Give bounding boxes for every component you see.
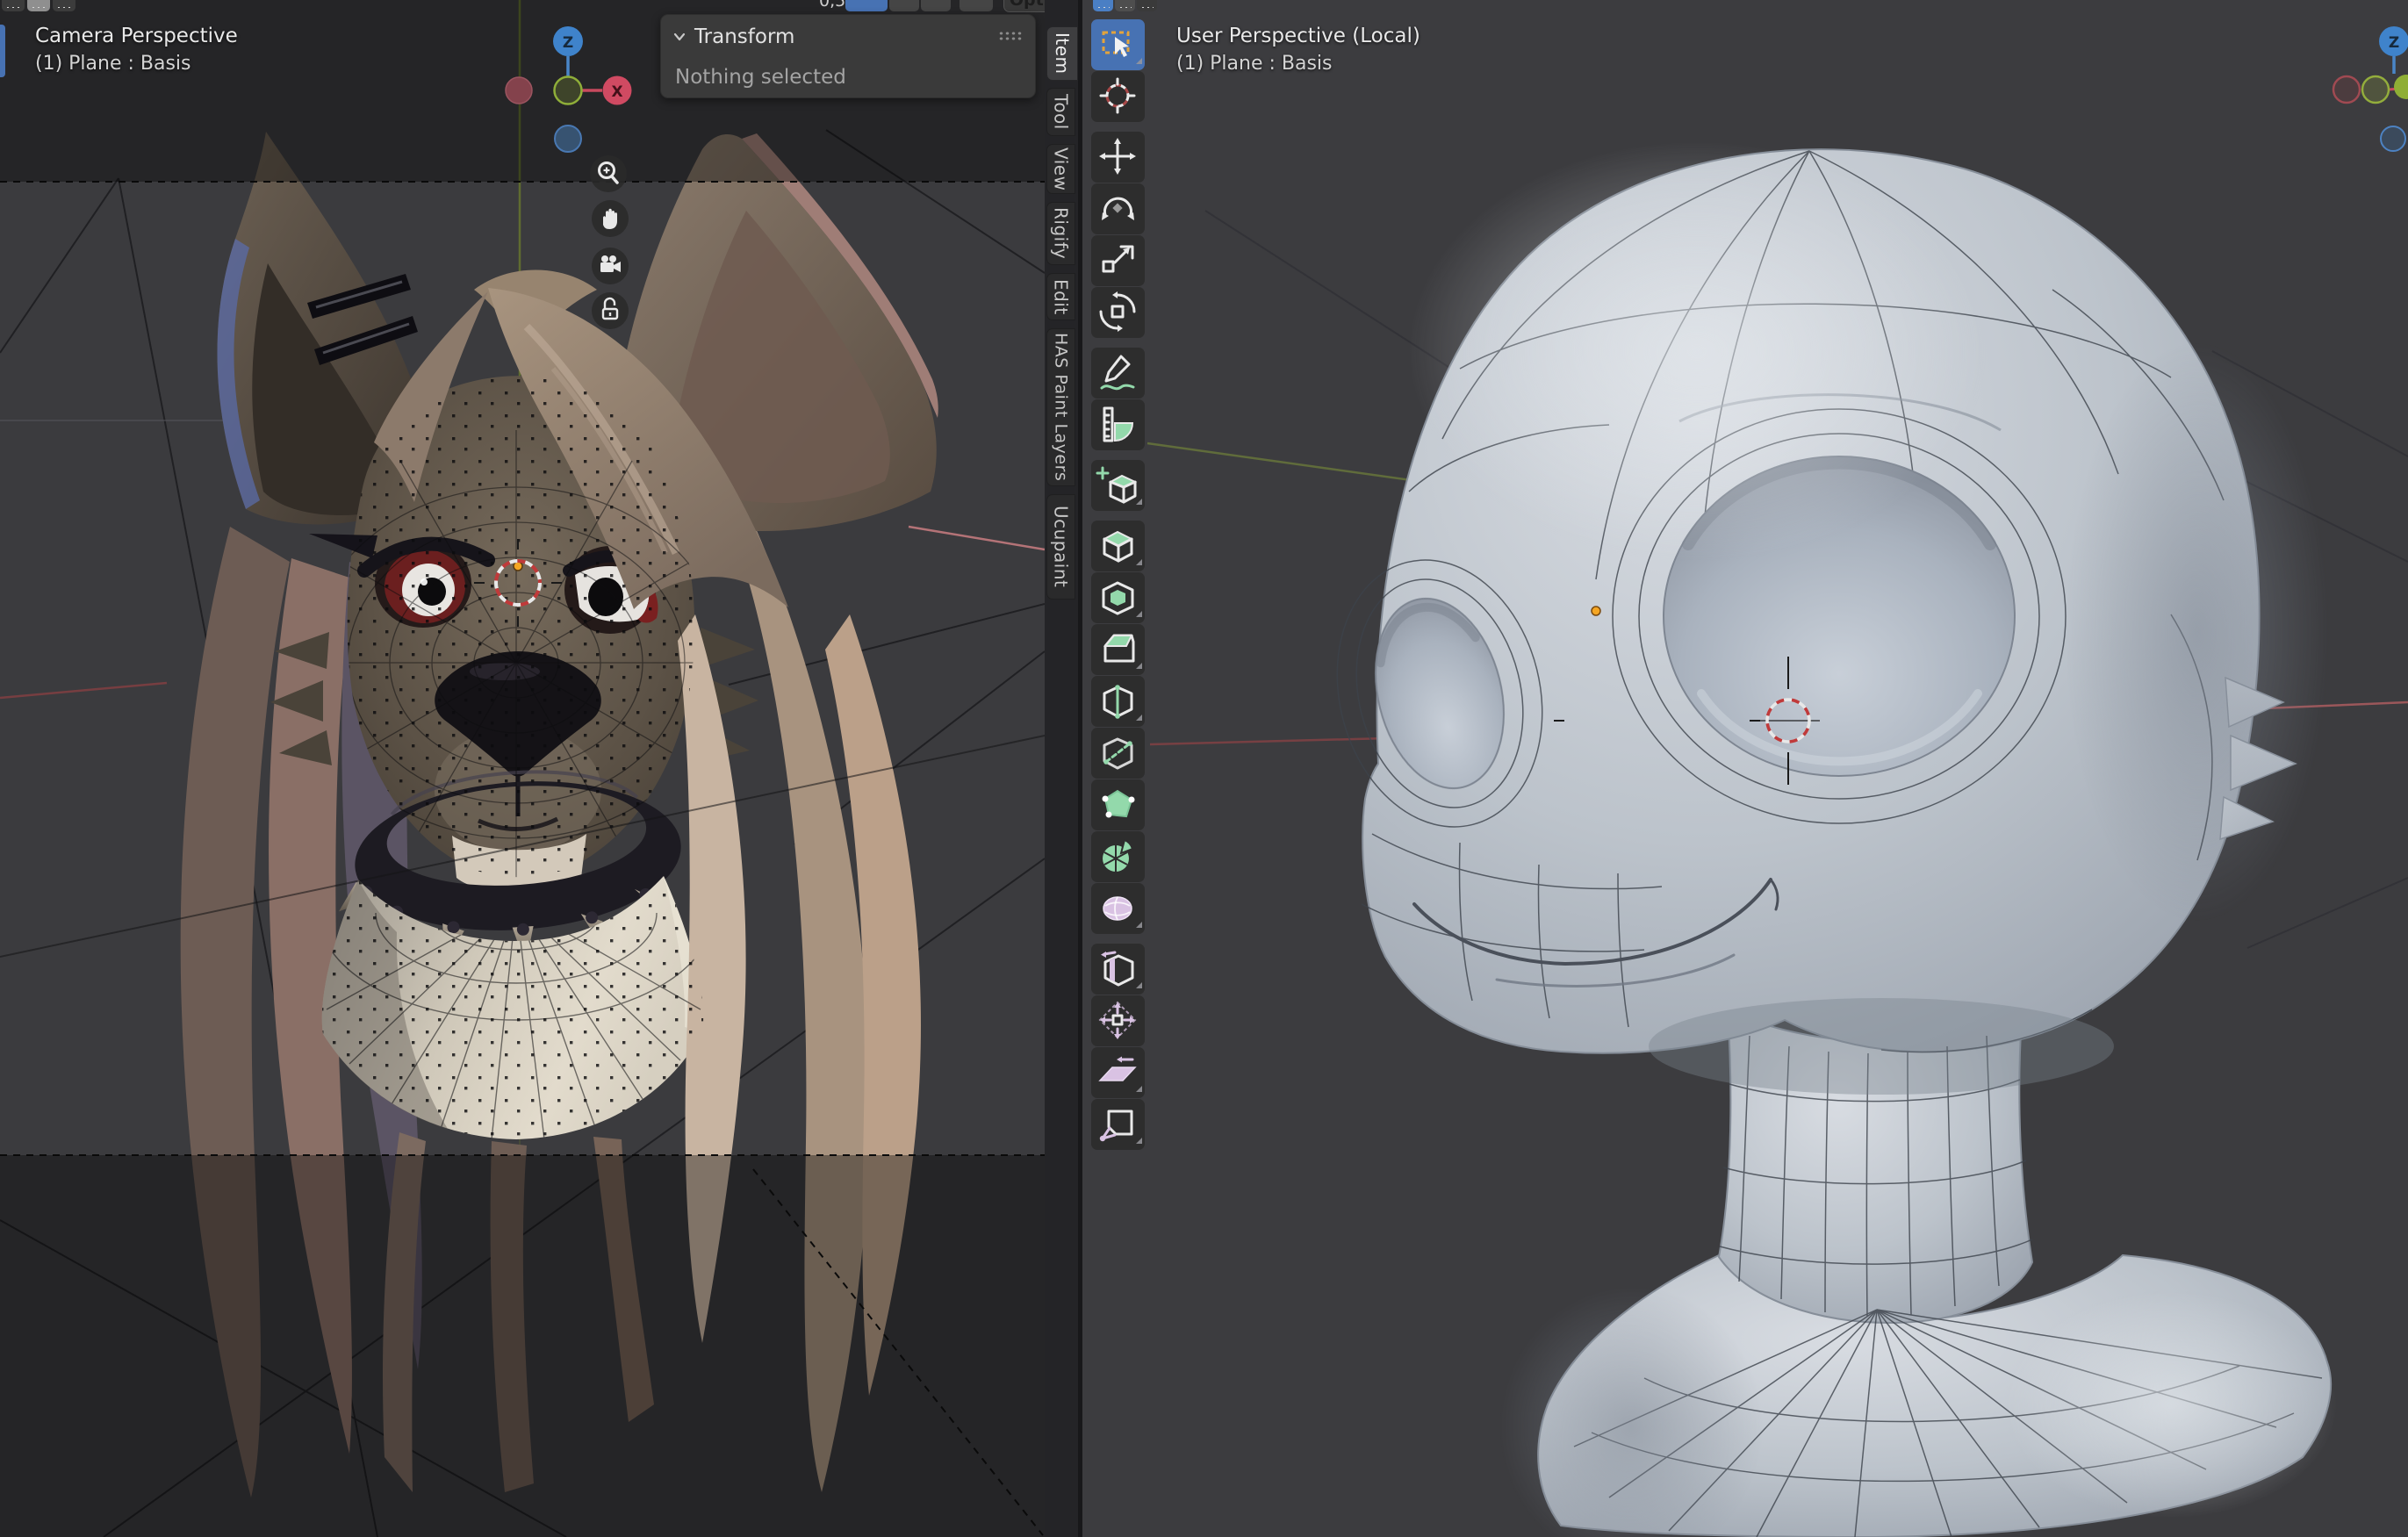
sidebar-tab-view[interactable]: View bbox=[1046, 144, 1075, 194]
left-3d-viewport[interactable]: Z X bbox=[0, 0, 1045, 1537]
transform-icon bbox=[1091, 287, 1145, 338]
move-icon bbox=[1091, 132, 1145, 183]
extrude-region-icon bbox=[1091, 521, 1145, 571]
blender-window: Z X bbox=[0, 0, 2408, 1537]
smooth-icon bbox=[1091, 883, 1145, 934]
pivot-point-button[interactable] bbox=[960, 0, 993, 11]
tool-scale-button[interactable] bbox=[1091, 235, 1145, 286]
gizmo-y-axis bbox=[555, 77, 582, 104]
gizmo-x-neg bbox=[506, 77, 532, 104]
sidebar-tab-edit[interactable]: Edit bbox=[1046, 273, 1075, 320]
tool-extrude-region-button[interactable] bbox=[1091, 521, 1145, 571]
face-select-button[interactable] bbox=[1137, 0, 1157, 11]
transform-panel-title[interactable]: Transform bbox=[694, 25, 794, 48]
select-mode-fragment bbox=[1082, 0, 1188, 12]
knife-icon bbox=[1091, 728, 1145, 779]
bevel-icon bbox=[1091, 624, 1145, 675]
sidebar-tab-tool[interactable]: Tool bbox=[1046, 88, 1075, 136]
tool-loop-cut-button[interactable] bbox=[1091, 676, 1145, 727]
tool-rotate-button[interactable] bbox=[1091, 183, 1145, 234]
spin-icon bbox=[1091, 831, 1145, 882]
tool-poly-build-button[interactable] bbox=[1091, 779, 1145, 830]
panel-grip-handle[interactable] bbox=[998, 31, 1023, 41]
transform-panel: Transform Nothing selected bbox=[660, 14, 1036, 98]
camera-view-button[interactable] bbox=[592, 248, 629, 284]
object-origin-dot bbox=[1592, 607, 1600, 615]
tool-measure-button[interactable] bbox=[1091, 399, 1145, 450]
gizmo-z-label: Z bbox=[2389, 34, 2399, 52]
shear-icon bbox=[1091, 1047, 1145, 1098]
face-select-button[interactable] bbox=[53, 0, 75, 11]
rotate-icon bbox=[1091, 183, 1145, 234]
tool-edge-slide-button[interactable] bbox=[1091, 944, 1145, 995]
sidebar-tab-ucupaint[interactable]: Ucupaint bbox=[1046, 494, 1075, 600]
right-3d-canvas[interactable]: Z bbox=[1082, 0, 2408, 1537]
shrink-fatten-icon bbox=[1091, 995, 1145, 1046]
view-name-label: Camera Perspective bbox=[35, 25, 238, 47]
gizmo-y-neg bbox=[2362, 76, 2389, 103]
tool-bevel-button[interactable] bbox=[1091, 624, 1145, 675]
options-button[interactable]: Options bbox=[1003, 0, 1045, 12]
poly-build-icon bbox=[1091, 779, 1145, 830]
select-box-icon bbox=[1091, 19, 1145, 70]
proportional-edit-button[interactable] bbox=[921, 0, 951, 11]
add-cube-icon bbox=[1091, 460, 1145, 511]
object-origin-dot bbox=[514, 562, 522, 571]
tool-inset-faces-button[interactable] bbox=[1091, 572, 1145, 623]
tool-shrink-fatten-button[interactable] bbox=[1091, 995, 1145, 1046]
vertex-select-button[interactable] bbox=[1093, 0, 1113, 11]
gizmo-x-label: X bbox=[611, 83, 622, 101]
view-name-label: User Perspective (Local) bbox=[1176, 25, 1420, 47]
passepartout-bottom bbox=[0, 1155, 1045, 1537]
measure-icon bbox=[1091, 399, 1145, 450]
tool-shear-button[interactable] bbox=[1091, 1047, 1145, 1098]
gizmo-x-neg bbox=[2333, 76, 2360, 103]
gizmo-z-label: Z bbox=[563, 34, 573, 52]
zoom-button[interactable] bbox=[590, 155, 627, 192]
chevron-down-icon[interactable] bbox=[672, 29, 687, 45]
transform-panel-status: Nothing selected bbox=[675, 66, 846, 89]
tool-add-cube-button[interactable] bbox=[1091, 460, 1145, 511]
tool-rip-region-button[interactable] bbox=[1091, 1099, 1145, 1150]
snap-menu-button[interactable] bbox=[889, 0, 919, 11]
vertex-select-button[interactable] bbox=[2, 0, 25, 11]
gizmo-z-neg bbox=[2381, 126, 2405, 151]
tool-cursor-button[interactable] bbox=[1091, 71, 1145, 122]
object-info-label: (1) Plane : Basis bbox=[35, 53, 191, 75]
cursor-tool-icon bbox=[1091, 71, 1145, 122]
object-info-label: (1) Plane : Basis bbox=[1176, 53, 1333, 75]
proportional-size-value[interactable]: 0,5 bbox=[819, 0, 845, 11]
annotate-icon bbox=[1091, 348, 1145, 399]
tool-move-button[interactable] bbox=[1091, 132, 1145, 183]
rip-region-icon bbox=[1091, 1099, 1145, 1150]
tool-smooth-button[interactable] bbox=[1091, 883, 1145, 934]
gizmo-z-neg bbox=[555, 126, 581, 152]
sidebar-tab-item[interactable]: Item bbox=[1046, 26, 1078, 81]
edge-slide-icon bbox=[1091, 944, 1145, 995]
tool-transform-button[interactable] bbox=[1091, 287, 1145, 338]
lock-button[interactable] bbox=[592, 292, 629, 329]
tool-knife-button[interactable] bbox=[1091, 728, 1145, 779]
edge-select-button[interactable] bbox=[27, 0, 50, 11]
tool-spin-button[interactable] bbox=[1091, 831, 1145, 882]
right-3d-viewport[interactable]: Z User Perspective (Local) (1) Plane : B… bbox=[1082, 0, 2408, 1537]
inset-faces-icon bbox=[1091, 572, 1145, 623]
edge-select-button[interactable] bbox=[1115, 0, 1135, 11]
scale-icon bbox=[1091, 235, 1145, 286]
tool-annotate-button[interactable] bbox=[1091, 348, 1145, 399]
left-3d-canvas[interactable]: Z X bbox=[0, 0, 1045, 1537]
loop-cut-icon bbox=[1091, 676, 1145, 727]
sidebar-tab-has-paint-layers[interactable]: HAS Paint Layers bbox=[1046, 328, 1075, 486]
collapsed-toolbar-sliver[interactable] bbox=[0, 25, 5, 77]
sidebar-tab-rigify[interactable]: Rigify bbox=[1046, 202, 1075, 265]
snap-toggle-button[interactable] bbox=[845, 0, 888, 11]
tool-select-box-button[interactable] bbox=[1091, 19, 1145, 70]
pan-button[interactable] bbox=[592, 200, 629, 237]
select-mode-fragment bbox=[0, 0, 105, 12]
